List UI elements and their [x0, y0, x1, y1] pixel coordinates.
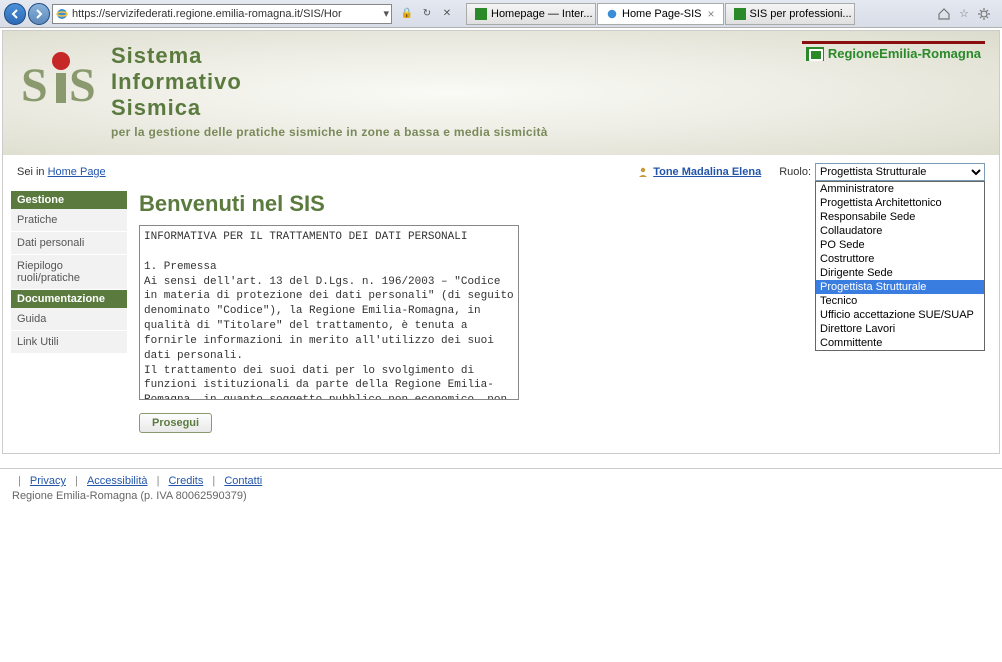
main-content: Benvenuti nel SIS Prosegui [139, 191, 519, 433]
browser-toolbar: https://servizifederati.regione.emilia-r… [0, 0, 1002, 28]
tab-label: SIS per professioni... [750, 8, 852, 20]
role-option[interactable]: Ufficio accettazione SUE/SUAP [816, 308, 984, 322]
chrome-tools: ☆ [930, 6, 998, 22]
svg-text:S: S [21, 59, 48, 112]
role-option[interactable]: Collaudatore [816, 224, 984, 238]
region-logo-text: RegioneEmilia-Romagna [828, 46, 981, 61]
favorites-icon[interactable]: ☆ [956, 6, 972, 22]
address-bar[interactable]: https://servizifederati.regione.emilia-r… [52, 4, 392, 24]
forward-button[interactable] [28, 3, 50, 25]
home-icon[interactable] [936, 6, 952, 22]
role-option[interactable]: Committente [816, 336, 984, 350]
prosegui-button[interactable]: Prosegui [139, 413, 212, 433]
role-option[interactable]: Amministratore [816, 182, 984, 196]
tab-label: Homepage — Inter... [491, 8, 593, 20]
breadcrumb-prefix: Sei in [17, 166, 48, 178]
gear-icon[interactable] [976, 6, 992, 22]
tab-professioni[interactable]: SIS per professioni... [725, 3, 855, 25]
tab-sis[interactable]: Home Page-SIS × [597, 3, 724, 25]
header-title-2: Informativo [111, 69, 548, 95]
user-name-link[interactable]: Tone Madalina Elena [653, 166, 761, 178]
address-tools: 🔒 ↻ ✕ [398, 5, 456, 23]
page-container: S S Sistema Informativo Sismica per la g… [2, 30, 1000, 454]
breadcrumb-bar: Sei in Home Page Tone Madalina Elena Ruo… [3, 155, 999, 185]
close-tab-icon[interactable]: × [707, 7, 714, 21]
footer-link[interactable]: Credits [168, 475, 203, 487]
favicon-icon [606, 8, 618, 20]
footer-line2: Regione Emilia-Romagna (p. IVA 800625903… [12, 490, 990, 502]
favicon-icon [475, 8, 487, 20]
sidebar: GestionePraticheDati personaliRiepilogo … [11, 191, 127, 354]
sidebar-item[interactable]: Guida [11, 308, 127, 331]
region-logo: RegioneEmilia-Romagna [802, 41, 985, 63]
sidebar-section-head: Gestione [11, 191, 127, 209]
role-option[interactable]: Progettista Architettonico [816, 196, 984, 210]
breadcrumb: Sei in Home Page [17, 166, 106, 178]
tab-homepage[interactable]: Homepage — Inter... [466, 3, 596, 25]
sidebar-item[interactable]: Riepilogo ruoli/pratiche [11, 255, 127, 290]
footer-link[interactable]: Contatti [224, 475, 262, 487]
ie-icon [55, 7, 69, 21]
tab-label: Home Page-SIS [622, 8, 701, 20]
favicon-icon [734, 8, 746, 20]
footer-links: | Privacy | Accessibilità | Credits | Co… [12, 475, 990, 487]
svg-text:S: S [69, 59, 96, 112]
sidebar-item[interactable]: Pratiche [11, 209, 127, 232]
page-title: Benvenuti nel SIS [139, 191, 519, 217]
role-dropdown-list: AmministratoreProgettista Architettonico… [815, 181, 985, 351]
footer-link[interactable]: Privacy [30, 475, 66, 487]
browser-tabs: Homepage — Inter... Home Page-SIS × SIS … [466, 3, 928, 25]
role-option[interactable]: Tecnico [816, 294, 984, 308]
sis-logo-mark: S S [21, 43, 105, 115]
page-header: S S Sistema Informativo Sismica per la g… [3, 31, 999, 155]
footer-link[interactable]: Accessibilità [87, 475, 148, 487]
sis-logo: S S Sistema Informativo Sismica per la g… [21, 43, 548, 139]
page-footer: | Privacy | Accessibilità | Credits | Co… [0, 468, 1002, 512]
role-option[interactable]: Progettista Strutturale [816, 280, 984, 294]
refresh-icon[interactable]: ↻ [418, 5, 436, 23]
breadcrumb-home-link[interactable]: Home Page [48, 166, 106, 178]
role-option[interactable]: Responsabile Sede [816, 210, 984, 224]
sidebar-item[interactable]: Dati personali [11, 232, 127, 255]
header-title-1: Sistema [111, 43, 548, 69]
stop-icon[interactable]: ✕ [438, 5, 456, 23]
back-button[interactable] [4, 3, 26, 25]
person-icon [637, 166, 649, 178]
info-textarea[interactable] [139, 225, 519, 400]
header-title-3: Sismica [111, 95, 548, 121]
url-text: https://servizifederati.regione.emilia-r… [72, 8, 380, 20]
ruolo-label: Ruolo: [779, 166, 811, 178]
sis-title-block: Sistema Informativo Sismica per la gesti… [111, 43, 548, 139]
lock-icon[interactable]: 🔒 [398, 5, 416, 23]
header-subtitle: per la gestione delle pratiche sismiche … [111, 125, 548, 139]
role-option[interactable]: Direttore Lavori [816, 322, 984, 336]
sidebar-item[interactable]: Link Utili [11, 331, 127, 354]
user-block: Tone Madalina Elena Ruolo: Progettista S… [637, 163, 985, 181]
role-option[interactable]: PO Sede [816, 238, 984, 252]
role-option[interactable]: Dirigente Sede [816, 266, 984, 280]
region-flag-icon [806, 47, 824, 61]
sidebar-section-head: Documentazione [11, 290, 127, 308]
role-option[interactable]: Costruttore [816, 252, 984, 266]
dropdown-icon[interactable]: ▾ [383, 7, 389, 20]
role-select[interactable]: Progettista Strutturale [815, 163, 985, 181]
